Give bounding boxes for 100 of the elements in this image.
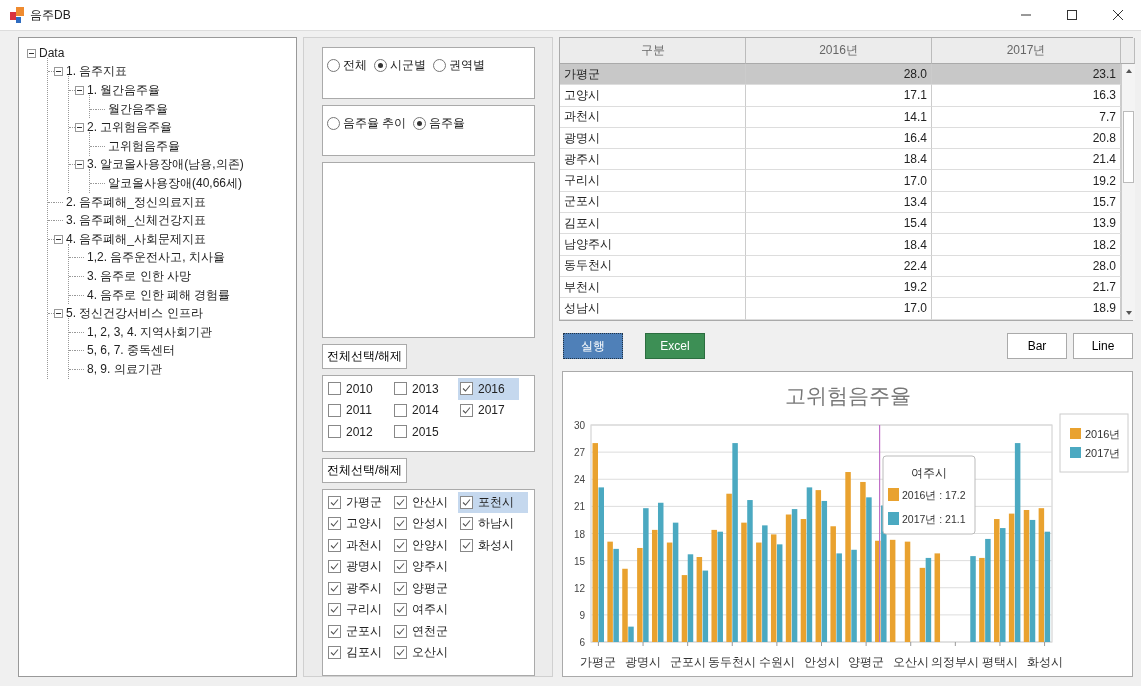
tree-item[interactable]: 1,2. 음주운전사고, 치사율: [85, 249, 228, 267]
table-cell[interactable]: 군포시: [560, 191, 746, 214]
table-cell[interactable]: 동두천시: [560, 255, 746, 277]
checkbox[interactable]: 양평군: [392, 577, 450, 600]
table-cell[interactable]: 부천시: [560, 276, 746, 299]
collapse-icon[interactable]: [75, 123, 84, 133]
checkbox[interactable]: 광명시: [326, 556, 384, 578]
checkbox[interactable]: 안양시: [392, 534, 450, 557]
line-button[interactable]: Line: [1073, 333, 1133, 359]
table-cell[interactable]: 고양시: [560, 85, 746, 107]
table-cell[interactable]: 13.4: [746, 191, 932, 214]
table-cell[interactable]: 광주시: [560, 149, 746, 171]
tree-item[interactable]: 월간음주율: [106, 100, 170, 118]
checkbox[interactable]: 2011: [326, 399, 374, 422]
table-cell[interactable]: 15.7: [932, 191, 1121, 214]
table-cell[interactable]: 20.8: [932, 127, 1121, 150]
radio-button[interactable]: 전체: [327, 57, 367, 74]
table-cell[interactable]: 7.7: [932, 106, 1121, 128]
checkbox[interactable]: 2016: [458, 378, 519, 400]
table-cell[interactable]: 17.0: [746, 298, 932, 320]
table-cell[interactable]: 가평군: [560, 64, 746, 86]
table-cell[interactable]: 18.4: [746, 149, 932, 171]
checkbox[interactable]: 연천군: [392, 620, 450, 643]
table-cell[interactable]: 23.1: [932, 64, 1121, 86]
table-cell[interactable]: 17.0: [746, 170, 932, 192]
checkbox[interactable]: 2017: [458, 399, 507, 422]
table-cell[interactable]: 16.4: [746, 127, 932, 150]
tree-item[interactable]: 2. 음주폐해_정신의료지표: [64, 193, 208, 211]
table-cell[interactable]: 19.2: [932, 170, 1121, 192]
table-cell[interactable]: 28.0: [932, 255, 1121, 277]
tree-item[interactable]: 1, 2, 3, 4. 지역사회기관: [85, 323, 215, 341]
table-cell[interactable]: 14.1: [746, 106, 932, 128]
table-cell[interactable]: 19.2: [746, 276, 932, 299]
tree-item[interactable]: 1. 월간음주율: [85, 82, 163, 99]
table-cell[interactable]: 18.9: [932, 298, 1121, 320]
table-cell[interactable]: 광명시: [560, 127, 746, 150]
checkbox[interactable]: 2013: [392, 378, 441, 400]
collapse-icon[interactable]: [54, 309, 63, 319]
checkbox[interactable]: 안산시: [392, 491, 450, 514]
checkbox[interactable]: 포천시: [458, 491, 528, 514]
scrollbar-thumb[interactable]: [1123, 110, 1134, 183]
checkbox[interactable]: 고양시: [326, 513, 384, 535]
tree-item[interactable]: 5, 6, 7. 중독센터: [85, 342, 178, 360]
table-cell[interactable]: 김포시: [560, 213, 746, 235]
excel-button[interactable]: Excel: [645, 333, 705, 359]
select-all-button[interactable]: 전체선택/해제: [322, 458, 408, 483]
checkbox[interactable]: 2010: [326, 378, 375, 400]
collapse-icon[interactable]: [54, 67, 63, 77]
tree-item[interactable]: 2. 고위험음주율: [85, 119, 175, 137]
table-cell[interactable]: 18.4: [746, 234, 932, 256]
table-cell[interactable]: 22.4: [746, 255, 932, 277]
checkbox[interactable]: 안성시: [392, 513, 450, 535]
tree-item[interactable]: 알코올사용장애(40,66세): [106, 174, 245, 192]
tree-item[interactable]: 5. 정신건강서비스 인프라: [64, 305, 205, 323]
table-cell[interactable]: 13.9: [932, 213, 1121, 235]
table-cell[interactable]: 15.4: [746, 213, 932, 235]
table-cell[interactable]: 18.2: [932, 234, 1121, 256]
checkbox[interactable]: 화성시: [458, 534, 516, 557]
collapse-icon[interactable]: [27, 48, 36, 58]
checkbox[interactable]: 양주시: [392, 556, 450, 578]
table-cell[interactable]: 21.4: [932, 149, 1121, 171]
table-cell[interactable]: 28.0: [746, 64, 932, 86]
tree-item[interactable]: 고위험음주율: [106, 137, 182, 155]
checkbox[interactable]: 과천시: [326, 534, 384, 557]
collapse-icon[interactable]: [75, 160, 84, 170]
checkbox[interactable]: 김포시: [326, 642, 384, 664]
checkbox[interactable]: 2012: [326, 421, 375, 443]
table-cell[interactable]: 남양주시: [560, 234, 746, 256]
checkbox[interactable]: 광주시: [326, 577, 384, 600]
checkbox[interactable]: 오산시: [392, 642, 450, 664]
tree-item[interactable]: Data: [37, 46, 67, 61]
radio-button[interactable]: 음주율 추이: [327, 114, 407, 132]
collapse-icon[interactable]: [54, 234, 63, 244]
table-cell[interactable]: 16.3: [932, 85, 1121, 107]
select-all-button[interactable]: 전체선택/해제: [322, 344, 408, 370]
run-button[interactable]: 실행: [563, 333, 623, 359]
collapse-icon[interactable]: [75, 86, 84, 95]
radio-button[interactable]: 음주율: [413, 114, 466, 132]
table-cell[interactable]: 과천시: [560, 106, 746, 128]
table-cell[interactable]: 구리시: [560, 170, 746, 192]
checkbox[interactable]: 가평군: [326, 491, 384, 514]
bar-button[interactable]: Bar: [1007, 333, 1067, 359]
checkbox[interactable]: 구리시: [326, 599, 384, 621]
table-cell[interactable]: 17.1: [746, 85, 932, 107]
checkbox[interactable]: 2014: [392, 399, 441, 422]
tree-item[interactable]: 4. 음주로 인한 폐해 경험률: [85, 286, 233, 304]
table-cell[interactable]: 21.7: [932, 276, 1121, 299]
radio-button[interactable]: 시군별: [374, 57, 426, 74]
checkbox[interactable]: 2015: [392, 421, 441, 443]
tree-item[interactable]: 3. 알코올사용장애(남용,의존): [85, 156, 246, 174]
checkbox[interactable]: 군포시: [326, 620, 384, 643]
checkbox[interactable]: 하남시: [458, 513, 516, 535]
tree-item[interactable]: 3. 음주폐해_신체건강지표: [64, 212, 208, 230]
table-cell[interactable]: 성남시: [560, 298, 746, 320]
tree-item[interactable]: 4. 음주폐해_사회문제지표: [64, 230, 208, 248]
tree-item[interactable]: 8, 9. 의료기관: [85, 360, 164, 378]
tree-item[interactable]: 1. 음주지표: [64, 63, 130, 81]
radio-button[interactable]: 권역별: [433, 57, 485, 74]
tree-item[interactable]: 3. 음주로 인한 사망: [85, 267, 193, 285]
checkbox[interactable]: 여주시: [392, 599, 450, 621]
